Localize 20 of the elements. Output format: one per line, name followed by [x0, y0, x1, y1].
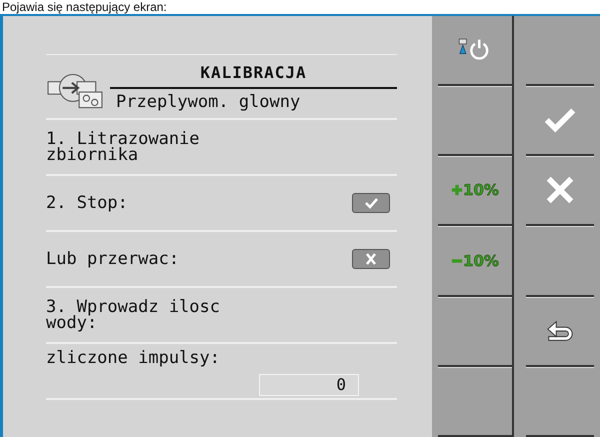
- row-label: 2. Stop:: [46, 192, 128, 214]
- power-key[interactable]: [438, 16, 514, 86]
- screen-subtitle: Przeplywom. glowny: [115, 91, 302, 114]
- row-label: zliczone impulsy:: [46, 346, 220, 368]
- plus-icon: [451, 184, 464, 196]
- plus-key[interactable]: 10%: [438, 156, 514, 226]
- screen-title: KALIBRACJA: [110, 61, 397, 89]
- soft-key[interactable]: [438, 296, 514, 367]
- confirm-button[interactable]: [352, 193, 390, 213]
- row-label: 1. Litrazowanie zbiornika: [46, 128, 200, 166]
- value-field[interactable]: 0: [259, 374, 359, 396]
- soft-key[interactable]: [438, 86, 514, 156]
- cancel-button[interactable]: [352, 249, 390, 269]
- caption-text: Pojawia się następujący ekran:: [1, 0, 168, 14]
- percent-label: 10%: [463, 181, 499, 200]
- row-label: 3. Wprowadz ilosc wody:: [46, 296, 220, 334]
- minus-key[interactable]: 10%: [438, 226, 514, 297]
- percent-label: 10%: [463, 252, 499, 270]
- soft-key[interactable]: [438, 366, 514, 437]
- row-label: Lub przerwac:: [46, 248, 180, 270]
